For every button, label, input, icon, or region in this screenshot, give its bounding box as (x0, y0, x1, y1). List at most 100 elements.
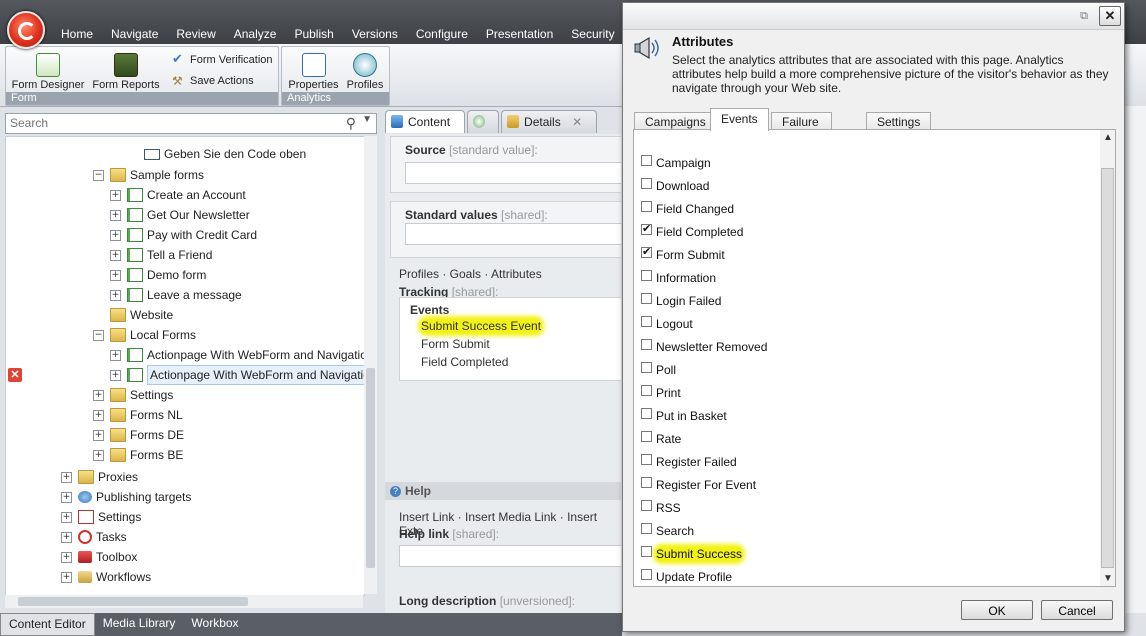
expand-icon[interactable]: + (61, 571, 72, 583)
event-checkbox-row[interactable]: Campaign (641, 154, 711, 171)
event-checkbox-row[interactable]: Form Submit (641, 245, 725, 263)
scrollbar-thumb[interactable] (18, 597, 248, 606)
tree-item[interactable]: + Get Our Newsletter (110, 206, 250, 224)
menu-presentation[interactable]: Presentation (477, 27, 562, 41)
tree-item-selected[interactable]: + Actionpage With WebForm and Navigation… (110, 365, 364, 385)
expand-icon[interactable]: + (110, 249, 121, 261)
checkbox[interactable] (641, 177, 652, 189)
checkbox[interactable] (641, 200, 652, 212)
tree-item[interactable]: + Create an Account (110, 186, 246, 204)
tab-media-library[interactable]: Media Library (95, 613, 184, 636)
menu-review[interactable]: Review (167, 27, 224, 41)
tree-item-toolbox[interactable]: + Toolbox (61, 548, 137, 566)
collapse-icon[interactable]: − (93, 329, 104, 341)
save-actions-button[interactable]: ⚒ Save Actions (172, 74, 254, 88)
tree-item-settings[interactable]: + Settings (61, 508, 141, 526)
dialog-titlebar[interactable]: ⧉ ✕ (623, 3, 1124, 30)
tree-item-sample-forms[interactable]: − Sample forms (93, 166, 204, 184)
event-checkbox-row[interactable]: Field Changed (641, 200, 734, 217)
tree-item-forms-de[interactable]: + Forms DE (93, 426, 184, 444)
chevron-down-icon[interactable]: ▼ (1103, 573, 1113, 584)
expand-icon[interactable]: + (61, 531, 72, 543)
checkbox[interactable] (641, 568, 652, 580)
menu-security[interactable]: Security (562, 27, 623, 41)
tree-item-local-forms[interactable]: − Local Forms (93, 326, 196, 344)
expand-icon[interactable]: + (110, 289, 121, 301)
scrollbar-thumb[interactable] (366, 368, 375, 568)
expand-icon[interactable]: + (61, 491, 72, 503)
tab-content[interactable]: Content (385, 110, 466, 133)
search-icon[interactable]: ⚲ (346, 115, 356, 132)
tab-content-editor[interactable]: Content Editor (0, 613, 95, 636)
expand-icon[interactable]: + (110, 369, 121, 381)
menu-navigate[interactable]: Navigate (102, 27, 167, 41)
tree-horizontal-scrollbar[interactable] (5, 595, 363, 608)
expand-icon[interactable]: + (110, 189, 121, 201)
close-icon[interactable]: ✕ (572, 115, 582, 129)
tree-item-website[interactable]: Website (110, 306, 173, 324)
expand-icon[interactable]: + (93, 449, 104, 461)
tree-item-forms-nl[interactable]: + Forms NL (93, 406, 183, 424)
tree-item-workflows[interactable]: + Workflows (61, 568, 151, 586)
expand-icon[interactable]: + (93, 409, 104, 421)
menu-configure[interactable]: Configure (407, 27, 477, 41)
profiles-button[interactable]: Profiles (344, 53, 386, 91)
chevron-down-icon[interactable]: ▼ (362, 114, 372, 125)
event-checkbox-row[interactable]: Search (641, 522, 694, 539)
checkbox[interactable] (641, 269, 652, 281)
checkbox[interactable] (641, 545, 652, 557)
tree-item[interactable]: Geben Sie den Code oben (144, 145, 306, 163)
menu-home[interactable]: Home (52, 27, 102, 41)
event-checkbox-row[interactable]: Print (641, 384, 681, 401)
help-link-field[interactable] (399, 545, 621, 567)
tree-item-proxies[interactable]: + Proxies (61, 468, 138, 486)
event-checkbox-row[interactable]: Field Completed (641, 222, 743, 240)
tree-item-forms-be[interactable]: + Forms BE (93, 446, 183, 464)
checkbox[interactable] (641, 476, 652, 488)
event-checkbox-row[interactable]: Information (641, 269, 716, 286)
expand-icon[interactable]: + (110, 229, 121, 241)
cancel-button[interactable]: Cancel (1041, 600, 1113, 620)
chevron-up-icon[interactable]: ▲ (1103, 132, 1113, 143)
event-checkbox-row[interactable]: Put in Basket (641, 407, 727, 424)
tree-item[interactable]: + Leave a message (110, 286, 242, 304)
tree-item[interactable]: + Pay with Credit Card (110, 226, 257, 244)
event-checkbox-row[interactable]: Poll (641, 361, 676, 378)
scrollbar-thumb[interactable] (1101, 168, 1114, 568)
event-checkbox-row[interactable]: Login Failed (641, 292, 721, 309)
tab-search[interactable] (467, 110, 500, 133)
search-input[interactable] (6, 114, 330, 131)
checkbox[interactable] (641, 522, 652, 534)
event-checkbox-row[interactable]: Register For Event (641, 476, 756, 493)
menu-publish[interactable]: Publish (285, 27, 342, 41)
checkbox[interactable] (641, 315, 652, 327)
expand-icon[interactable]: + (110, 349, 121, 361)
tree-vertical-scrollbar[interactable] (364, 136, 377, 594)
event-checkbox-row[interactable]: Update Profile (641, 568, 732, 585)
checkbox[interactable] (641, 430, 652, 442)
tree-item-tasks[interactable]: + Tasks (61, 528, 127, 546)
event-checkbox-row[interactable]: Submit Success (641, 545, 743, 562)
checkbox[interactable] (641, 292, 652, 304)
tracking-field[interactable]: Events Submit Success Event Form Submit … (399, 297, 621, 381)
expand-icon[interactable]: + (110, 209, 121, 221)
tree-item-settings-folder[interactable]: + Settings (93, 386, 173, 404)
form-designer-button[interactable]: Form Designer (11, 53, 85, 91)
collapse-icon[interactable]: − (93, 169, 104, 181)
ok-button[interactable]: OK (961, 600, 1033, 620)
events-list-scrollbar[interactable]: ▲ ▼ (1100, 129, 1116, 587)
tree-item-publishing-targets[interactable]: + Publishing targets (61, 488, 191, 506)
event-checkbox-row[interactable]: Logout (641, 315, 693, 332)
form-verification-button[interactable]: ✔ Form Verification (172, 53, 273, 67)
properties-button[interactable]: Properties (286, 53, 341, 91)
standard-values-field[interactable] (405, 223, 621, 245)
form-reports-button[interactable]: Form Reports (90, 53, 162, 91)
menu-versions[interactable]: Versions (343, 27, 407, 41)
expand-icon[interactable]: + (93, 389, 104, 401)
event-checkbox-row[interactable]: Newsletter Removed (641, 338, 767, 355)
close-button[interactable]: ✕ (1099, 6, 1121, 26)
expand-icon[interactable]: + (110, 269, 121, 281)
menu-analyze[interactable]: Analyze (225, 27, 286, 41)
checkbox[interactable] (641, 338, 652, 350)
expand-icon[interactable]: + (93, 429, 104, 441)
